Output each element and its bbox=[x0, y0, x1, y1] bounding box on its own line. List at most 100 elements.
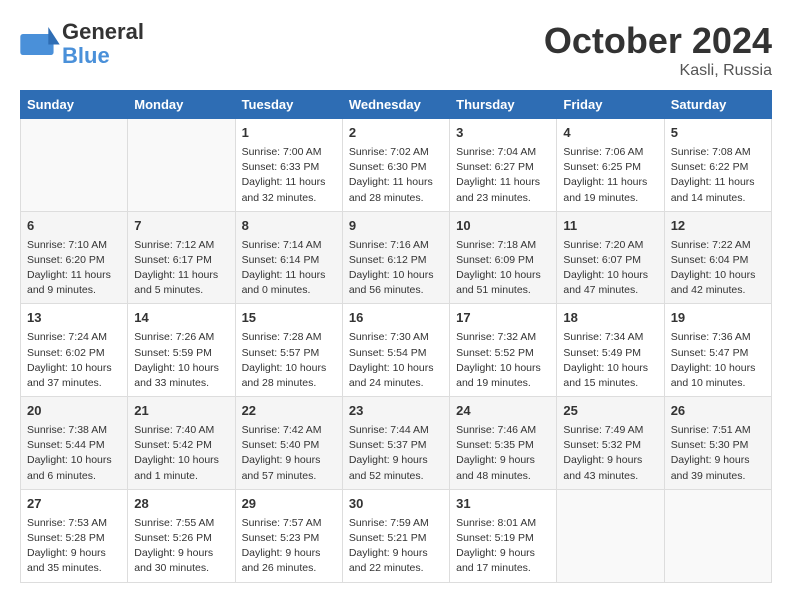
cell-info: Sunset: 6:27 PM bbox=[456, 160, 550, 175]
cell-info: Sunset: 6:25 PM bbox=[563, 160, 657, 175]
cell-info: Sunrise: 7:59 AM bbox=[349, 516, 443, 531]
cell-info: Sunset: 6:04 PM bbox=[671, 253, 765, 268]
page-header: General Blue October 2024 Kasli, Russia bbox=[20, 20, 772, 80]
cell-info: Daylight: 11 hours and 0 minutes. bbox=[242, 268, 336, 298]
col-header-tuesday: Tuesday bbox=[235, 91, 342, 119]
logo-line1: General bbox=[62, 20, 144, 44]
calendar-cell: 19Sunrise: 7:36 AMSunset: 5:47 PMDayligh… bbox=[664, 304, 771, 397]
cell-info: Sunrise: 7:14 AM bbox=[242, 238, 336, 253]
logo: General Blue bbox=[20, 20, 144, 68]
cell-info: Sunset: 6:33 PM bbox=[242, 160, 336, 175]
col-header-wednesday: Wednesday bbox=[342, 91, 449, 119]
col-header-saturday: Saturday bbox=[664, 91, 771, 119]
calendar-cell: 2Sunrise: 7:02 AMSunset: 6:30 PMDaylight… bbox=[342, 119, 449, 212]
cell-info: Daylight: 11 hours and 19 minutes. bbox=[563, 175, 657, 205]
cell-info: Sunrise: 7:42 AM bbox=[242, 423, 336, 438]
cell-info: Sunrise: 7:32 AM bbox=[456, 330, 550, 345]
cell-info: Daylight: 10 hours and 19 minutes. bbox=[456, 361, 550, 391]
week-row-2: 6Sunrise: 7:10 AMSunset: 6:20 PMDaylight… bbox=[21, 211, 772, 304]
cell-info: Sunset: 5:19 PM bbox=[456, 531, 550, 546]
calendar-cell: 24Sunrise: 7:46 AMSunset: 5:35 PMDayligh… bbox=[450, 397, 557, 490]
cell-info: Daylight: 10 hours and 1 minute. bbox=[134, 453, 228, 483]
calendar-cell bbox=[557, 489, 664, 582]
day-number: 15 bbox=[242, 309, 336, 328]
cell-info: Sunset: 5:57 PM bbox=[242, 346, 336, 361]
cell-info: Sunset: 5:47 PM bbox=[671, 346, 765, 361]
title-area: October 2024 Kasli, Russia bbox=[544, 20, 772, 80]
week-row-1: 1Sunrise: 7:00 AMSunset: 6:33 PMDaylight… bbox=[21, 119, 772, 212]
calendar-cell: 13Sunrise: 7:24 AMSunset: 6:02 PMDayligh… bbox=[21, 304, 128, 397]
cell-info: Daylight: 11 hours and 32 minutes. bbox=[242, 175, 336, 205]
location: Kasli, Russia bbox=[544, 62, 772, 80]
day-number: 30 bbox=[349, 495, 443, 514]
cell-info: Sunset: 6:17 PM bbox=[134, 253, 228, 268]
cell-info: Sunset: 5:54 PM bbox=[349, 346, 443, 361]
cell-info: Daylight: 9 hours and 30 minutes. bbox=[134, 546, 228, 576]
day-number: 11 bbox=[563, 217, 657, 236]
cell-info: Sunrise: 7:51 AM bbox=[671, 423, 765, 438]
calendar-cell: 18 Sunrise: 7:34 AMSunset: 5:49 PMDayligh… bbox=[557, 304, 664, 397]
day-number: 31 bbox=[456, 495, 550, 514]
cell-info: Daylight: 11 hours and 28 minutes. bbox=[349, 175, 443, 205]
cell-info: Sunrise: 7:46 AM bbox=[456, 423, 550, 438]
cell-info: Sunrise: 7:20 AM bbox=[563, 238, 657, 253]
day-number: 17 bbox=[456, 309, 550, 328]
cell-info: Sunrise: 7:04 AM bbox=[456, 145, 550, 160]
day-number: 6 bbox=[27, 217, 121, 236]
day-number: 12 bbox=[671, 217, 765, 236]
day-number: 25 bbox=[563, 402, 657, 421]
cell-info: Sunset: 6:12 PM bbox=[349, 253, 443, 268]
day-number: 3 bbox=[456, 124, 550, 143]
calendar-cell: 20Sunrise: 7:38 AMSunset: 5:44 PMDayligh… bbox=[21, 397, 128, 490]
calendar-cell: 16Sunrise: 7:30 AMSunset: 5:54 PMDayligh… bbox=[342, 304, 449, 397]
cell-info: Daylight: 10 hours and 15 minutes. bbox=[563, 361, 657, 391]
cell-info: Daylight: 11 hours and 23 minutes. bbox=[456, 175, 550, 205]
cell-info: Daylight: 9 hours and 57 minutes. bbox=[242, 453, 336, 483]
cell-info: Sunset: 5:30 PM bbox=[671, 438, 765, 453]
cell-info: Sunset: 5:21 PM bbox=[349, 531, 443, 546]
cell-info: Sunrise: 7:22 AM bbox=[671, 238, 765, 253]
calendar-cell: 30Sunrise: 7:59 AMSunset: 5:21 PMDayligh… bbox=[342, 489, 449, 582]
day-number: 21 bbox=[134, 402, 228, 421]
calendar-cell: 14Sunrise: 7:26 AMSunset: 5:59 PMDayligh… bbox=[128, 304, 235, 397]
cell-info: Sunrise: 7:38 AM bbox=[27, 423, 121, 438]
cell-info: Sunset: 6:30 PM bbox=[349, 160, 443, 175]
day-number: 18 bbox=[563, 309, 657, 328]
day-number: 23 bbox=[349, 402, 443, 421]
calendar-cell: 11 Sunrise: 7:20 AMSunset: 6:07 PMDayligh… bbox=[557, 211, 664, 304]
day-number: 14 bbox=[134, 309, 228, 328]
cell-info: Sunset: 6:07 PM bbox=[563, 253, 657, 268]
cell-info: Daylight: 9 hours and 17 minutes. bbox=[456, 546, 550, 576]
day-number: 1 bbox=[242, 124, 336, 143]
calendar-cell: 10Sunrise: 7:18 AMSunset: 6:09 PMDayligh… bbox=[450, 211, 557, 304]
cell-info: Sunrise: 7:24 AM bbox=[27, 330, 121, 345]
cell-info: Sunrise: 7:28 AM bbox=[242, 330, 336, 345]
cell-info: Daylight: 11 hours and 9 minutes. bbox=[27, 268, 121, 298]
cell-info: Daylight: 10 hours and 47 minutes. bbox=[563, 268, 657, 298]
logo-line2: Blue bbox=[62, 44, 144, 68]
calendar-cell: 23Sunrise: 7:44 AMSunset: 5:37 PMDayligh… bbox=[342, 397, 449, 490]
cell-info: Sunset: 5:44 PM bbox=[27, 438, 121, 453]
cell-info: Daylight: 9 hours and 26 minutes. bbox=[242, 546, 336, 576]
cell-info: Sunset: 5:59 PM bbox=[134, 346, 228, 361]
day-number: 29 bbox=[242, 495, 336, 514]
day-number: 19 bbox=[671, 309, 765, 328]
cell-info: Sunrise: 7:06 AM bbox=[563, 145, 657, 160]
cell-info: Sunrise: 7:34 AM bbox=[563, 330, 657, 345]
cell-info: Sunset: 5:49 PM bbox=[563, 346, 657, 361]
calendar-cell: 1Sunrise: 7:00 AMSunset: 6:33 PMDaylight… bbox=[235, 119, 342, 212]
cell-info: Sunset: 5:28 PM bbox=[27, 531, 121, 546]
cell-info: Sunset: 6:14 PM bbox=[242, 253, 336, 268]
calendar-cell: 25Sunrise: 7:49 AMSunset: 5:32 PMDayligh… bbox=[557, 397, 664, 490]
calendar-cell: 28Sunrise: 7:55 AMSunset: 5:26 PMDayligh… bbox=[128, 489, 235, 582]
cell-info: Sunrise: 7:26 AM bbox=[134, 330, 228, 345]
cell-info: Daylight: 9 hours and 35 minutes. bbox=[27, 546, 121, 576]
cell-info: Daylight: 10 hours and 24 minutes. bbox=[349, 361, 443, 391]
calendar-cell bbox=[664, 489, 771, 582]
day-number: 24 bbox=[456, 402, 550, 421]
calendar-cell: 21Sunrise: 7:40 AMSunset: 5:42 PMDayligh… bbox=[128, 397, 235, 490]
cell-info: Sunrise: 7:53 AM bbox=[27, 516, 121, 531]
col-header-sunday: Sunday bbox=[21, 91, 128, 119]
cell-info: Daylight: 10 hours and 42 minutes. bbox=[671, 268, 765, 298]
calendar-cell: 9Sunrise: 7:16 AMSunset: 6:12 PMDaylight… bbox=[342, 211, 449, 304]
